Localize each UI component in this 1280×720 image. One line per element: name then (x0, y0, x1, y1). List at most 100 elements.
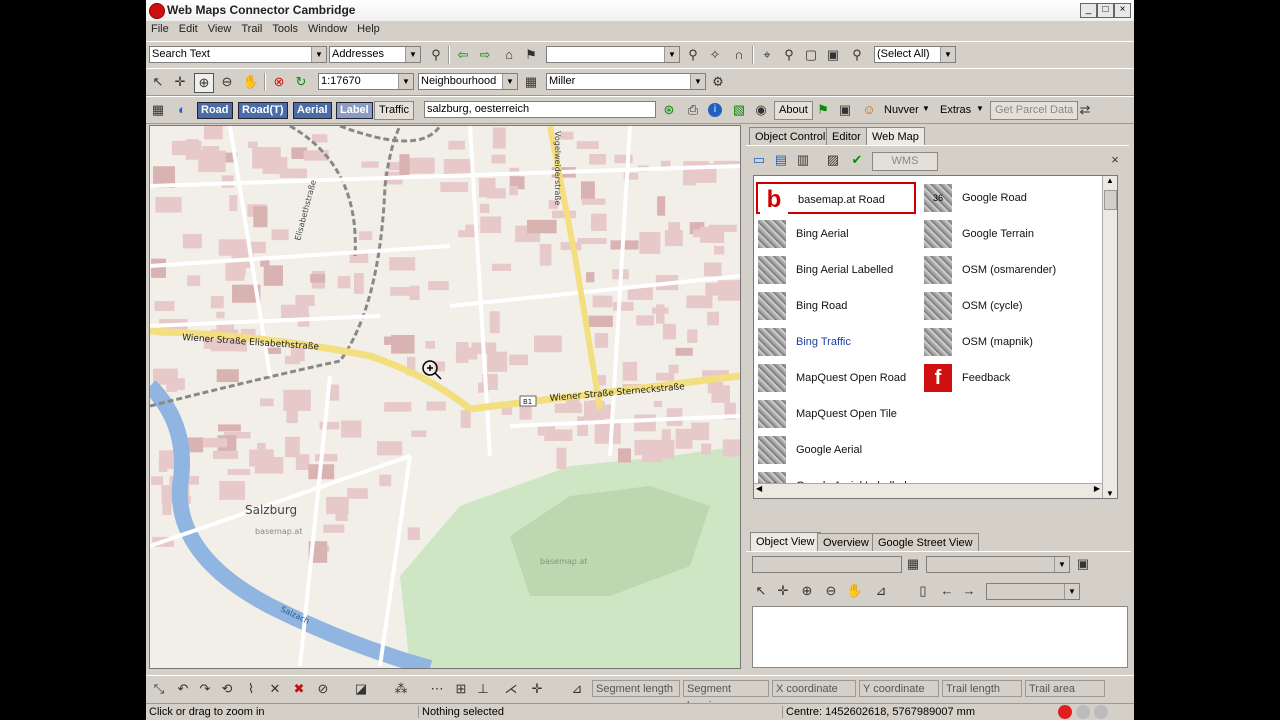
menu-trail[interactable]: Trail (236, 21, 267, 35)
snap-icon[interactable]: ⋯ (428, 680, 446, 698)
refresh-icon[interactable]: ↻ (292, 73, 310, 91)
move-tool-icon[interactable]: ✛ (528, 680, 546, 698)
pointer-icon[interactable]: ↖ (149, 73, 167, 91)
chevron-down-icon[interactable]: ▼ (922, 104, 930, 113)
info-icon[interactable]: i (708, 103, 722, 117)
web-map-item[interactable]: f Feedback (922, 362, 1082, 394)
map-icon[interactable]: ▣ (836, 101, 854, 119)
image-icon[interactable]: ▧ (730, 101, 748, 119)
layer-select-icon[interactable]: ⚲ (848, 46, 866, 64)
window-tool-icon[interactable]: ▢ (802, 46, 820, 64)
go-icon[interactable]: ⊛ (660, 101, 678, 119)
print-icon[interactable]: ⎙ (684, 101, 702, 119)
road-button[interactable]: Road (197, 102, 233, 119)
scale-combo[interactable]: 1:17670 ▼ (318, 73, 414, 90)
back-arrow-icon[interactable]: ⇦ (454, 46, 472, 64)
polyline-icon[interactable]: ⌇ (242, 680, 260, 698)
minimize-button[interactable]: _ (1080, 3, 1097, 18)
web-map-item[interactable]: Bing Aerial Labelled (756, 254, 916, 286)
view-combo[interactable]: ▼ (986, 583, 1080, 600)
trail-length-field[interactable]: Trail length (942, 680, 1022, 697)
translate-icon[interactable]: ⇄ (1076, 101, 1094, 119)
columns-icon[interactable]: ▥ (794, 151, 812, 169)
object-detail-combo[interactable]: ▼ (926, 556, 1070, 573)
pointer-icon[interactable]: ↖ (752, 582, 770, 600)
web-map-item[interactable]: Google Terrain (922, 218, 1082, 250)
find-icon[interactable]: ⚲ (427, 46, 445, 64)
close-button[interactable]: × (1114, 3, 1131, 18)
crosshair-icon[interactable]: ✛ (171, 73, 189, 91)
redo-icon[interactable]: ↷ (196, 680, 214, 698)
pin-icon[interactable]: ✧ (706, 46, 724, 64)
crosshair-icon[interactable]: ✛ (774, 582, 792, 600)
tab-object-view[interactable]: Object View (750, 532, 821, 551)
web-map-item[interactable]: 36 Google Road (922, 182, 1082, 214)
list-view-icon[interactable]: ▭ (750, 151, 768, 169)
pan-hand-icon[interactable]: ✋ (846, 582, 864, 600)
forward-arrow-icon[interactable]: → (960, 582, 978, 600)
document-icon[interactable]: ▯ (914, 582, 932, 600)
web-map-item[interactable]: MapQuest Open Tile (756, 398, 916, 430)
smiley-icon[interactable]: ☺ (860, 101, 878, 119)
zoom-search-icon[interactable]: ⚲ (684, 46, 702, 64)
settings-icon[interactable]: ⚙ (709, 73, 727, 91)
layer-combo[interactable]: ▼ (546, 46, 680, 63)
forward-arrow-icon[interactable]: ⇨ (476, 46, 494, 64)
object-combo[interactable] (752, 556, 902, 573)
stamp-icon[interactable]: ⊥ (474, 680, 492, 698)
tab-editor[interactable]: Editor (826, 127, 867, 146)
search-type-combo[interactable]: Addresses ▼ (329, 46, 421, 63)
zoom-in-icon[interactable]: ⊕ (194, 73, 214, 93)
rotate-icon[interactable]: ⟲ (218, 680, 236, 698)
scroll-down-icon[interactable]: ▼ (1103, 489, 1117, 498)
layer-filter-icon[interactable]: ▣ (824, 46, 842, 64)
about-button[interactable]: About (774, 101, 813, 120)
web-map-item[interactable]: Bing Aerial (756, 218, 916, 250)
select-tool-icon[interactable]: ⌖ (758, 46, 776, 64)
get-parcel-button[interactable]: Get Parcel Data (990, 101, 1079, 120)
menu-help[interactable]: Help (352, 21, 385, 35)
web-map-item[interactable]: OSM (cycle) (922, 290, 1082, 322)
web-map-item[interactable]: b basemap.at Road (756, 182, 916, 214)
traffic-button[interactable]: Traffic (374, 101, 414, 120)
delete-vertex-icon[interactable]: ✕ (266, 680, 284, 698)
tab-google-street-view[interactable]: Google Street View (872, 533, 979, 552)
bookmark-icon[interactable]: ⚑ (522, 46, 540, 64)
segment-bearing-field[interactable]: Segment bearing (683, 680, 769, 712)
label-button[interactable]: Label (336, 102, 373, 119)
scroll-left-icon[interactable]: ◀ (756, 484, 762, 493)
chevron-down-icon[interactable]: ▼ (976, 104, 984, 113)
scroll-thumb[interactable] (1104, 190, 1117, 210)
align-icon[interactable]: ⊞ (452, 680, 470, 698)
grid-icon[interactable]: ▦ (149, 101, 167, 119)
zoom-in-icon[interactable]: ⊕ (798, 582, 816, 600)
web-map-item[interactable]: Bing Traffic (756, 326, 916, 358)
angle-tool-icon[interactable]: ⋌ (502, 680, 520, 698)
tab-overview[interactable]: Overview (817, 533, 875, 552)
chart-dropdown-icon[interactable]: ⊿ (872, 582, 890, 600)
pan-hand-icon[interactable]: ✋ (242, 73, 260, 91)
points-tool-icon[interactable]: ⁂ (392, 680, 410, 698)
name-combo[interactable]: Miller ▼ (546, 73, 706, 90)
zoom-out-icon[interactable]: ⊖ (218, 73, 236, 91)
eye-icon[interactable]: ◉ (752, 101, 770, 119)
object-settings-icon[interactable]: ▣ (1074, 555, 1092, 573)
level-combo[interactable]: Neighbourhood ▼ (418, 73, 518, 90)
globe-icon[interactable]: ◐ (173, 101, 191, 119)
maximize-button[interactable]: □ (1097, 3, 1114, 18)
menu-tools[interactable]: Tools (267, 21, 303, 35)
menu-file[interactable]: File (146, 21, 174, 35)
scroll-right-icon[interactable]: ▶ (1094, 484, 1100, 493)
wms-button[interactable]: WMS (872, 152, 938, 171)
search-text-combo[interactable]: Search Text ▼ (149, 46, 327, 63)
menu-window[interactable]: Window (303, 21, 352, 35)
extras-menu[interactable]: Extras (940, 104, 971, 116)
tab-web-map[interactable]: Web Map (866, 127, 925, 146)
map-view[interactable]: Wiener Straße Elisabethstraße Wiener Str… (149, 125, 741, 669)
zoom-out-icon[interactable]: ⊖ (822, 582, 840, 600)
segment-length-field[interactable]: Segment length (592, 680, 680, 697)
back-arrow-icon[interactable]: ← (938, 582, 956, 600)
web-map-item[interactable]: Google Aerial (756, 434, 916, 466)
trail-area-field[interactable]: Trail area (1025, 680, 1105, 697)
road-t-button[interactable]: Road(T) (238, 102, 288, 119)
